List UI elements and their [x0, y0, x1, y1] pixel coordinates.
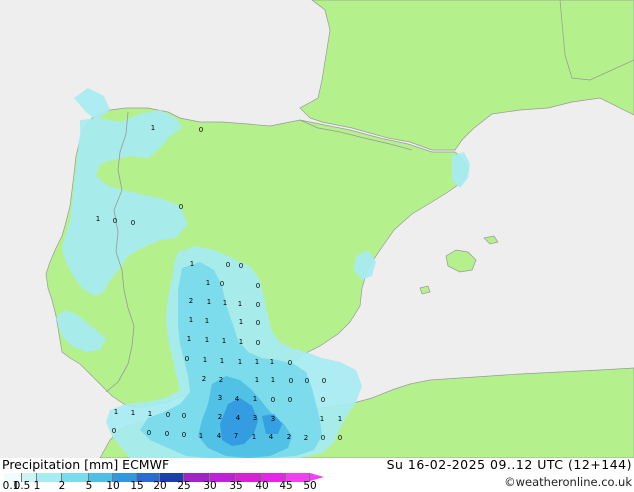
precip-value-label: 1 — [271, 376, 275, 384]
precip-value-label: 0 — [185, 355, 189, 363]
precip-value-label: 0 — [179, 203, 183, 211]
precip-value-label: 0 — [226, 261, 230, 269]
precip-value-label: 1 — [255, 358, 259, 366]
precip-value-label: 1 — [189, 316, 193, 324]
precip-value-label: 2 — [218, 413, 222, 421]
precip-value-label: 0 — [289, 377, 293, 385]
precip-value-label: 1 — [255, 376, 259, 384]
legend-tick-label: 50 — [303, 480, 317, 492]
precip-value-label: 1 — [320, 415, 324, 423]
precip-value-label: 1 — [203, 356, 207, 364]
precip-value-label: 0 — [256, 282, 260, 290]
precip-value-label: 1 — [239, 338, 243, 346]
map-title: Precipitation [mm] ECMWF — [2, 457, 170, 472]
credit-link[interactable]: ©weatheronline.co.uk — [504, 475, 632, 489]
precip-value-label: 0 — [321, 396, 325, 404]
precip-value-label: 1 — [199, 432, 203, 440]
precip-value-label: 3 — [253, 414, 257, 422]
precip-value-label: 0 — [113, 217, 117, 225]
legend-tick-label: 30 — [203, 480, 217, 492]
precip-value-label: 0 — [239, 262, 243, 270]
precip-value-label: 2 — [287, 433, 291, 441]
precip-value-label: 3 — [218, 394, 222, 402]
precip-value-label: 1 — [151, 124, 155, 132]
precip-value-label: 2 — [219, 376, 223, 384]
precip-value-label: 4 — [235, 395, 240, 403]
precip-value-label: 1 — [205, 317, 209, 325]
legend-tick-label: 25 — [177, 480, 191, 492]
precip-value-label: 0 — [322, 377, 326, 385]
precip-value-label: 1 — [207, 298, 211, 306]
precip-value-label: 0 — [147, 429, 151, 437]
precip-value-label: 0 — [165, 430, 169, 438]
precip-value-label: 4 — [217, 432, 222, 440]
precip-value-label: 1 — [239, 318, 243, 326]
precip-value-label: 1 — [205, 336, 209, 344]
precip-value-label: 0 — [288, 359, 292, 367]
precip-value-label: 4 — [269, 433, 274, 441]
precip-value-label: 2 — [202, 375, 206, 383]
precip-value-label: 0 — [321, 434, 325, 442]
precip-value-label: 7 — [234, 432, 238, 440]
legend-tick-label: 1 — [33, 480, 41, 492]
precip-value-label: 0 — [182, 431, 186, 439]
precip-value-label: 1 — [114, 408, 118, 416]
precip-value-label: 1 — [238, 300, 242, 308]
precip-value-label: 1 — [252, 433, 256, 441]
legend-tick-label: 35 — [229, 480, 243, 492]
precip-value-label: 0 — [166, 411, 170, 419]
legend-tick-label: 0.5 — [13, 480, 31, 492]
precip-value-label: 1 — [220, 357, 224, 365]
precip-value-label: 0 — [338, 434, 342, 442]
precip-value-label: 1 — [253, 395, 257, 403]
legend-tick-label: 5 — [85, 480, 93, 492]
precip-value-label: 2 — [304, 434, 308, 442]
legend-tick-label: 45 — [279, 480, 293, 492]
legend-tick-label: 10 — [106, 480, 120, 492]
precip-value-label: 2 — [189, 297, 193, 305]
precip-value-label: 1 — [222, 337, 226, 345]
legend-tick-label: 40 — [255, 480, 269, 492]
precip-value-label: 1 — [148, 410, 152, 418]
precip-value-label: 0 — [256, 319, 260, 327]
precip-value-label: 1 — [190, 260, 194, 268]
precip-value-label: 0 — [256, 339, 260, 347]
precip-value-label: 0 — [220, 280, 224, 288]
precip-value-label: 0 — [131, 219, 135, 227]
precip-value-label: 1 — [131, 409, 135, 417]
precip-value-label: 1 — [206, 279, 210, 287]
precip-value-label: 0 — [112, 427, 116, 435]
precip-value-label: 1 — [96, 215, 100, 223]
precip-value-label: 1 — [270, 358, 274, 366]
map-footer: Precipitation [mm] ECMWF Su 16-02-2025 0… — [0, 457, 634, 492]
precip-value-label: 0 — [256, 301, 260, 309]
precipitation-map: 1 0 1 0 0 0 1 0 0 1 0 0 2 1 1 1 0 1 1 1 0 1 1 1 1 0 0 1 1 1 1 1 0 2 2 1 1 0 0 0… — [0, 0, 634, 458]
precip-value-label: 4 — [236, 414, 241, 422]
precip-value-label: 0 — [305, 377, 309, 385]
precip-value-label: 1 — [338, 415, 342, 423]
valid-time: Su 16-02-2025 09..12 UTC (12+144) — [386, 457, 632, 472]
precip-value-label: 1 — [238, 358, 242, 366]
legend-tick-label: 2 — [58, 480, 66, 492]
precip-value-label: 0 — [288, 396, 292, 404]
legend-tick-label: 20 — [153, 480, 167, 492]
precip-value-label: 3 — [271, 415, 275, 423]
precip-value-label: 1 — [223, 299, 227, 307]
precip-value-label: 0 — [182, 412, 186, 420]
precip-value-label: 1 — [187, 335, 191, 343]
legend-tick-label: 15 — [130, 480, 144, 492]
precip-value-label: 0 — [271, 396, 275, 404]
precip-value-label: 0 — [199, 126, 203, 134]
